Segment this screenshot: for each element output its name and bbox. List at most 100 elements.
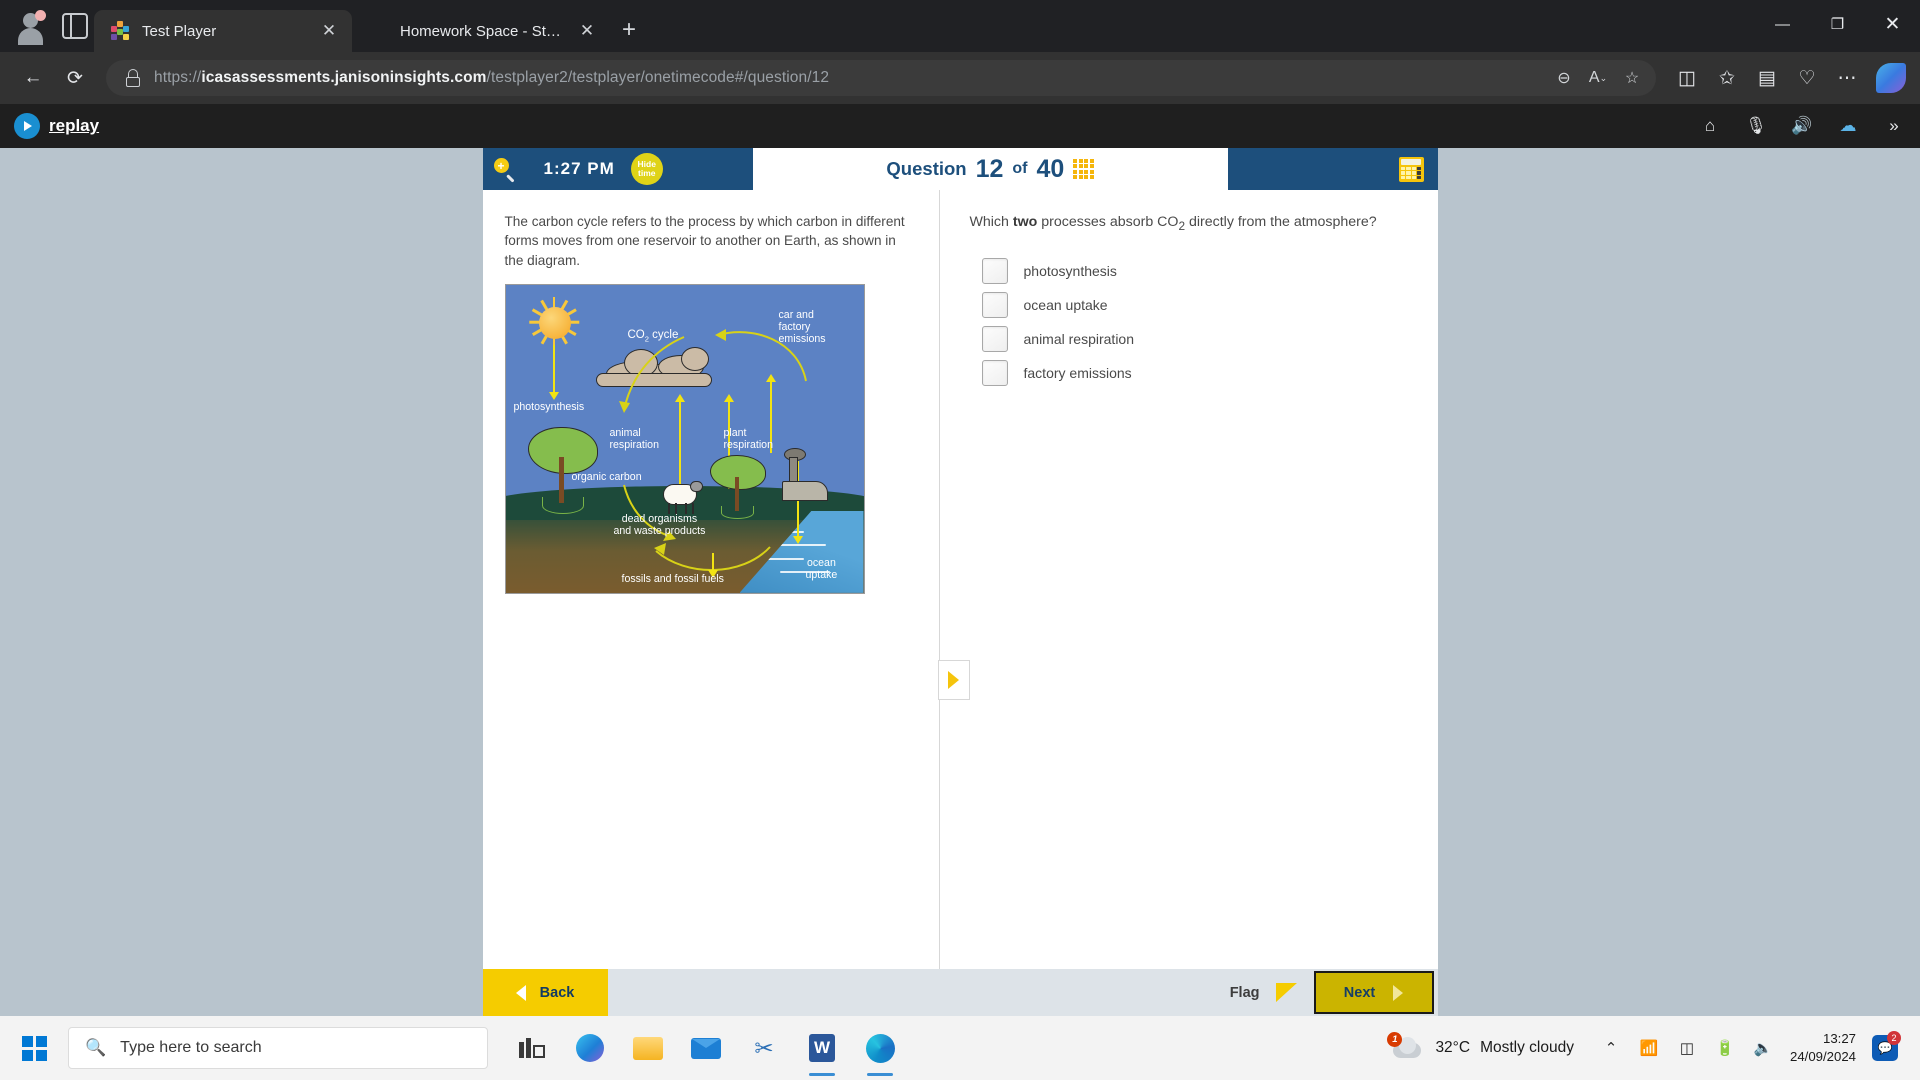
close-window-button[interactable]: ✕ xyxy=(1865,0,1920,48)
weather-temperature: 32°C xyxy=(1435,1039,1471,1056)
factory-icon xyxy=(781,435,832,501)
next-arrow-icon xyxy=(1393,984,1404,1001)
cloud-icon[interactable]: ☁ xyxy=(1836,114,1860,138)
new-tab-button[interactable]: + xyxy=(610,11,648,49)
lock-icon xyxy=(122,67,144,89)
weather-widget[interactable]: 1 32°C Mostly cloudy xyxy=(1387,1032,1574,1060)
windows-taskbar: 🔍 Type here to search ✂ W 1 32°C Mostly … xyxy=(0,1016,1920,1080)
mail-icon[interactable] xyxy=(684,1026,728,1070)
diagram-label-plant-respiration: plant respiration xyxy=(723,426,773,452)
checkbox[interactable] xyxy=(981,359,1008,386)
tab-close-icon[interactable]: ✕ xyxy=(316,18,342,44)
calculator-icon[interactable] xyxy=(1398,156,1424,182)
question-grid-icon[interactable] xyxy=(1073,158,1094,180)
task-view-icon[interactable] xyxy=(510,1026,554,1070)
test-player-viewport: + 1:27 PM Hide time Question 12 of 40 Th… xyxy=(0,148,1920,1016)
option-photosynthesis[interactable]: photosynthesis xyxy=(970,254,1414,288)
checkbox[interactable] xyxy=(981,325,1008,352)
option-ocean-uptake[interactable]: ocean uptake xyxy=(970,288,1414,322)
replay-brand[interactable]: replay xyxy=(14,113,99,139)
question-number: 12 xyxy=(975,154,1004,183)
diagram-label-dead-organisms: dead organisms and waste products xyxy=(613,512,706,538)
search-placeholder: Type here to search xyxy=(120,1039,262,1056)
studyx-favicon-icon xyxy=(368,21,389,42)
of-label: of xyxy=(1012,160,1028,177)
chevrons-right-icon[interactable]: » xyxy=(1882,114,1906,138)
speaker-icon[interactable]: 🔊 xyxy=(1790,114,1814,138)
collections-icon[interactable]: ▤ xyxy=(1748,59,1786,97)
show-hidden-icons-chevron[interactable]: ⌃ xyxy=(1600,1039,1622,1057)
flag-label: Flag xyxy=(1229,984,1260,1001)
system-tray: 1 32°C Mostly cloudy ⌃ 📶 ◫ 🔋 🔈 13:27 24/… xyxy=(1387,1030,1910,1066)
tab-title: Test Player xyxy=(142,22,217,40)
split-screen-icon[interactable]: ◫ xyxy=(1668,59,1706,97)
option-label: photosynthesis xyxy=(1023,262,1117,279)
battery-icon[interactable]: 🔋 xyxy=(1714,1039,1736,1057)
tab-actions-icon[interactable] xyxy=(62,13,88,39)
windows-start-icon[interactable] xyxy=(10,1024,58,1072)
back-button-label: Back xyxy=(539,984,575,1001)
browser-titlebar: Test Player ✕ Homework Space - StudyX ✕ … xyxy=(0,0,1920,52)
copilot-icon[interactable] xyxy=(1876,63,1906,93)
diagram-label-ocean-uptake: ocean uptake xyxy=(805,556,838,582)
right-gutter xyxy=(1437,148,1920,1016)
option-animal-respiration[interactable]: animal respiration xyxy=(970,322,1414,356)
question-stem: Which two processes absorb CO2 directly … xyxy=(969,214,1377,233)
address-bar-url: https://icasassessments.janisoninsights.… xyxy=(154,69,830,86)
snip-tool-icon[interactable]: ✂ xyxy=(742,1026,786,1070)
fossil-fuels-arrow-icon xyxy=(707,552,718,578)
profile-avatar-icon[interactable] xyxy=(14,9,48,45)
browser-window: Test Player ✕ Homework Space - StudyX ✕ … xyxy=(0,0,1920,1016)
test-player-page: + 1:27 PM Hide time Question 12 of 40 Th… xyxy=(482,148,1438,1016)
replay-brand-label: replay xyxy=(49,116,100,135)
browser-essentials-icon[interactable]: ♡ xyxy=(1788,59,1826,97)
back-arrow-icon xyxy=(515,984,526,1001)
stimulus-text: The carbon cycle refers to the process b… xyxy=(504,214,905,268)
address-bar[interactable]: https://icasassessments.janisoninsights.… xyxy=(106,60,1656,96)
file-explorer-icon[interactable] xyxy=(626,1026,670,1070)
wifi-icon[interactable]: 📶 xyxy=(1638,1039,1660,1057)
edge-icon[interactable] xyxy=(858,1026,902,1070)
favorites-icon[interactable]: ✩ xyxy=(1708,59,1746,97)
favorite-star-icon[interactable]: ☆ xyxy=(1616,62,1648,94)
word-icon[interactable]: W xyxy=(800,1026,844,1070)
settings-more-icon[interactable]: ⋯ xyxy=(1828,59,1866,97)
hide-time-button[interactable]: Hide time xyxy=(630,153,663,185)
next-button[interactable]: Next xyxy=(1313,971,1434,1014)
edge-copilot-icon[interactable] xyxy=(568,1026,612,1070)
option-factory-emissions[interactable]: factory emissions xyxy=(970,356,1414,390)
back-button[interactable]: Back xyxy=(482,969,608,1016)
taskbar-search-input[interactable]: 🔍 Type here to search xyxy=(68,1027,488,1069)
sunlight-arrow-icon xyxy=(548,344,559,400)
minimize-button[interactable]: — xyxy=(1755,0,1810,48)
notification-count: 2 xyxy=(1887,1031,1901,1045)
notification-center-icon[interactable]: 💬 2 xyxy=(1872,1031,1901,1061)
home-icon[interactable]: ⌂ xyxy=(1698,114,1722,138)
browser-tab-homework-space[interactable]: Homework Space - StudyX ✕ xyxy=(352,10,610,52)
volume-icon[interactable]: 🔈 xyxy=(1752,1039,1774,1057)
back-arrow-icon[interactable]: ← xyxy=(14,59,52,97)
zoom-tool-button[interactable]: + xyxy=(483,158,527,183)
stimulus-pane: The carbon cycle refers to the process b… xyxy=(483,190,939,969)
browser-tab-test-player[interactable]: Test Player ✕ xyxy=(94,10,352,52)
question-label: Question xyxy=(886,158,967,179)
testplayer-favicon-icon xyxy=(110,20,131,42)
diagram-label-photosynthesis: photosynthesis xyxy=(513,400,585,413)
expand-pane-arrow-icon[interactable] xyxy=(937,660,970,700)
microphone-icon[interactable]: 🎙 xyxy=(1744,114,1768,138)
maximize-button[interactable]: ❐ xyxy=(1810,0,1865,48)
tab-close-icon[interactable]: ✕ xyxy=(574,18,600,44)
address-bar-actions: ⊖ A ⌄ ☆ xyxy=(1548,62,1648,94)
clock-time: 13:27 xyxy=(1822,1030,1856,1046)
battery-charging-icon[interactable]: ◫ xyxy=(1676,1039,1698,1057)
replay-toolbar: ⌂ 🎙 🔊 ☁ » xyxy=(1698,114,1906,138)
header-right-group xyxy=(1227,148,1438,190)
flag-button[interactable]: Flag xyxy=(1230,969,1314,1016)
zoom-out-icon[interactable]: ⊖ xyxy=(1548,62,1580,94)
taskbar-clock[interactable]: 13:27 24/09/2024 xyxy=(1790,1030,1856,1066)
read-aloud-icon[interactable]: A ⌄ xyxy=(1582,62,1614,94)
checkbox[interactable] xyxy=(981,291,1008,318)
checkbox[interactable] xyxy=(981,257,1008,284)
reload-icon[interactable]: ⟳ xyxy=(56,59,94,97)
weather-condition: Mostly cloudy xyxy=(1480,1039,1574,1056)
